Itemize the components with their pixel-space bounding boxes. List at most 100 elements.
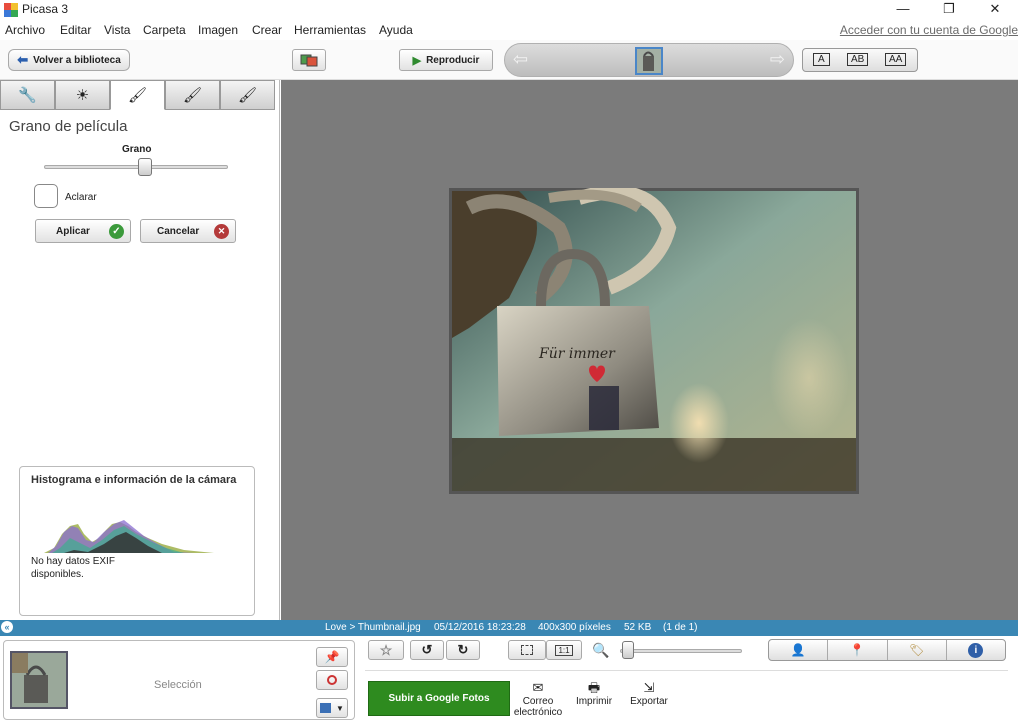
menu-vista[interactable]: Vista — [104, 23, 130, 37]
upload-google-photos-button[interactable]: Subir a Google Fotos — [368, 681, 510, 716]
status-dimensions: 400x300 píxeles — [538, 622, 611, 633]
caption-small-button[interactable]: A — [813, 53, 830, 66]
grain-slider-thumb[interactable] — [137, 158, 152, 176]
play-slideshow-button[interactable]: ▶ Reproducir — [399, 49, 493, 71]
play-label: Reproducir — [426, 54, 480, 66]
brighten-checkbox[interactable] — [34, 184, 58, 208]
email-button[interactable]: ✉ Correo electrónico — [512, 680, 564, 720]
grain-slider-label: Grano — [122, 144, 152, 155]
restore-button[interactable]: ❐ — [926, 0, 972, 20]
cancel-button[interactable]: Cancelar ✕ — [140, 219, 236, 243]
brush-icon: 🖌 — [127, 87, 148, 104]
fit-to-screen-button[interactable] — [508, 640, 546, 660]
export-button[interactable]: ⇲ Exportar — [626, 680, 672, 710]
effect-title: Grano de película — [9, 118, 128, 135]
menu-imagen[interactable]: Imagen — [198, 23, 238, 37]
tray-divider — [365, 670, 1008, 671]
photo-padlock[interactable]: Für immer — [449, 188, 859, 494]
fit-screen-icon — [521, 645, 533, 655]
window-title: Picasa 3 — [22, 2, 69, 16]
next-photo-icon[interactable]: ⇨ — [770, 49, 785, 70]
tag-icon: 🏷 — [909, 643, 925, 657]
menu-crear[interactable]: Crear — [252, 23, 282, 37]
print-label: Imprimir — [575, 696, 613, 707]
grain-slider-track — [44, 165, 228, 169]
previous-photo-icon[interactable]: ⇦ — [513, 49, 528, 70]
cancel-label: Cancelar — [157, 225, 200, 237]
rotate-left-icon: ↺ — [421, 642, 433, 657]
histogram-panel: Histograma e información de la cámara No… — [19, 466, 255, 616]
info-panel-buttons: 👤 📍 🏷 i — [768, 639, 1006, 661]
rotate-left-button[interactable]: ↺ — [410, 640, 444, 660]
histogram-title: Histograma e información de la cámara — [31, 474, 237, 486]
wrench-icon: 🔧 — [18, 87, 37, 104]
menu-ayuda[interactable]: Ayuda — [379, 23, 413, 37]
star-button[interactable]: ☆ — [368, 640, 404, 660]
back-to-library-button[interactable]: ⬅ Volver a biblioteca — [8, 49, 130, 71]
status-path: Love > Thumbnail.jpg — [325, 622, 421, 633]
places-button[interactable]: 📍 — [828, 640, 888, 660]
selected-thumbnail[interactable] — [10, 651, 68, 709]
status-bar: « Love > Thumbnail.jpg 05/12/2016 18:23:… — [0, 620, 1018, 636]
brush-blue-icon: 🖌 — [237, 87, 258, 104]
tab-basic-fixes[interactable]: 🔧 — [0, 80, 55, 110]
info-icon: i — [968, 642, 984, 658]
caption-medium-button[interactable]: AB — [847, 53, 869, 66]
pin-button[interactable]: 📌 — [316, 647, 348, 667]
photo-viewer: Für immer — [281, 80, 1018, 620]
lock-engraving: Für immer — [538, 346, 616, 362]
collage-button[interactable] — [292, 49, 326, 71]
menu-carpeta[interactable]: Carpeta — [143, 23, 186, 37]
exif-message: No hay datos EXIF disponibles. — [31, 555, 115, 581]
menu-archivo[interactable]: Archivo — [5, 23, 45, 37]
exif-line-2: disponibles. — [31, 569, 84, 580]
email-label-line-1: Correo — [522, 696, 554, 707]
grain-slider[interactable] — [44, 158, 228, 176]
caption-size-group: A AB AA — [802, 48, 918, 72]
tab-tuning[interactable]: ☀ — [55, 80, 110, 110]
envelope-icon: ✉ — [532, 680, 544, 695]
apply-button[interactable]: Aplicar ✓ — [35, 219, 131, 243]
current-photo-thumbnail[interactable] — [635, 47, 663, 75]
export-label: Exportar — [630, 696, 668, 707]
brighten-label: Aclarar — [65, 192, 97, 203]
zoom-slider[interactable] — [620, 641, 742, 659]
clear-selection-button[interactable] — [316, 670, 348, 690]
actual-size-label: 1:1 — [555, 644, 573, 656]
tab-effects-3[interactable]: 🖌 — [220, 80, 275, 110]
apply-label: Aplicar — [56, 225, 90, 237]
brightness-icon: ☀ — [75, 87, 90, 104]
caption-large-button[interactable]: AA — [885, 53, 907, 66]
printer-icon: 🖶 — [587, 680, 601, 695]
people-button[interactable]: 👤 — [769, 640, 829, 660]
selection-label: Selección — [154, 679, 202, 691]
close-button[interactable]: ✕ — [972, 0, 1018, 20]
status-index: (1 de 1) — [663, 622, 698, 633]
picasa-logo-icon — [4, 3, 18, 17]
google-signin-link[interactable]: Acceder con tu cuenta de Google — [840, 23, 1018, 37]
star-icon: ☆ — [379, 641, 393, 658]
zoom-icon: 🔍 — [592, 642, 610, 658]
menu-herramientas[interactable]: Herramientas — [294, 23, 366, 37]
rotate-right-button[interactable]: ↻ — [446, 640, 480, 660]
status-datetime: 05/12/2016 18:23:28 — [434, 622, 526, 633]
tags-button[interactable]: 🏷 — [888, 640, 947, 660]
tab-effects-2[interactable]: 🖌 — [165, 80, 220, 110]
play-icon: ▶ — [412, 54, 422, 67]
exif-line-1: No hay datos EXIF — [31, 556, 115, 567]
status-filesize: 52 KB — [624, 622, 652, 633]
photo-navigator: ⇦ ⇨ — [504, 43, 794, 77]
collapse-tray-icon[interactable]: « — [1, 621, 13, 633]
minimize-button[interactable]: — — [880, 0, 926, 20]
export-icon: ⇲ — [643, 680, 655, 695]
properties-button[interactable]: i — [947, 640, 1005, 660]
tab-effects[interactable]: 🖌 — [110, 80, 165, 110]
menu-editar[interactable]: Editar — [60, 23, 91, 37]
actual-size-button[interactable]: 1:1 — [546, 640, 582, 660]
zoom-slider-thumb[interactable] — [622, 641, 634, 659]
edit-panel: 🔧 ☀ 🖌 🖌 🖌 Grano de película Grano Aclara… — [0, 80, 280, 620]
album-menu-button[interactable]: ▼ — [316, 698, 348, 718]
menu-bar: Archivo Editar Vista Carpeta Imagen Crea… — [0, 20, 1018, 40]
zoom-slider-track — [620, 649, 742, 653]
print-button[interactable]: 🖶 Imprimir — [572, 680, 616, 710]
